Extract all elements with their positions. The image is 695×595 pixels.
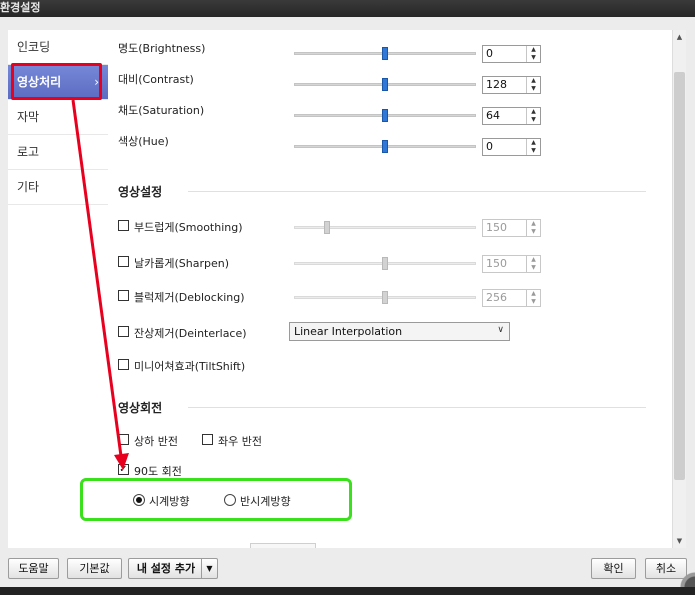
increment-arrow-icon[interactable]: ▲: [527, 256, 540, 264]
sidebar-item-etc[interactable]: 기타: [8, 170, 108, 205]
defaults-button[interactable]: 기본값: [67, 558, 122, 579]
help-button[interactable]: 도움말: [8, 558, 59, 579]
sidebar-item-label: 로고: [17, 145, 40, 159]
sharpen-checkbox[interactable]: [118, 256, 129, 267]
decrement-arrow-icon[interactable]: ▼: [527, 228, 540, 236]
partially-hidden-control: [250, 543, 316, 548]
scroll-up-arrow-icon[interactable]: ▲: [673, 30, 686, 44]
green-highlight-box: [80, 478, 352, 521]
window-bottom-edge: [0, 587, 695, 595]
decrement-arrow-icon[interactable]: ▼: [527, 54, 540, 62]
increment-arrow-icon[interactable]: ▲: [527, 139, 540, 147]
dropdown-arrow-icon[interactable]: ▼: [201, 559, 217, 578]
window-title: 환경설정: [0, 1, 41, 14]
sidebar-item-encoding[interactable]: 인코딩: [8, 30, 108, 65]
video-rotation-heading: 영상회전: [118, 401, 163, 415]
checkmark-icon: ✓: [119, 464, 128, 475]
contrast-slider-handle[interactable]: [382, 78, 388, 91]
hue-slider-handle[interactable]: [382, 140, 388, 153]
resize-grip-icon[interactable]: [671, 559, 695, 587]
panel-scrollbar[interactable]: ▲ ▼: [672, 30, 686, 548]
sidebar-item-label: 인코딩: [17, 40, 51, 54]
add-my-settings-button[interactable]: 내 설정 추가 ▼: [128, 558, 218, 579]
rotate-90-label: 90도 회전: [134, 465, 182, 478]
deinterlace-method-value: Linear Interpolation: [294, 325, 403, 338]
brightness-label: 명도(Brightness): [118, 42, 206, 55]
decrement-arrow-icon[interactable]: ▼: [527, 298, 540, 306]
deinterlace-method-select[interactable]: Linear Interpolation ∨: [289, 322, 510, 341]
rotate-90-checkbox[interactable]: ✓: [118, 464, 129, 475]
deblocking-checkbox[interactable]: [118, 290, 129, 301]
deblocking-value: 256: [486, 291, 507, 304]
deblocking-label: 블럭제거(Deblocking): [134, 291, 245, 304]
saturation-label: 채도(Saturation): [118, 104, 205, 117]
saturation-stepper[interactable]: 64 ▲ ▼: [482, 107, 541, 125]
deblocking-slider-handle[interactable]: [382, 291, 388, 304]
smoothing-slider-handle[interactable]: [324, 221, 330, 234]
increment-arrow-icon[interactable]: ▲: [527, 220, 540, 228]
hue-stepper[interactable]: 0 ▲ ▼: [482, 138, 541, 156]
increment-arrow-icon[interactable]: ▲: [527, 290, 540, 298]
smoothing-checkbox[interactable]: [118, 220, 129, 231]
increment-arrow-icon[interactable]: ▲: [527, 77, 540, 85]
deblocking-stepper[interactable]: 256 ▲ ▼: [482, 289, 541, 307]
hue-value: 0: [486, 140, 493, 153]
deinterlace-checkbox[interactable]: [118, 326, 129, 337]
chevron-down-icon: ∨: [497, 325, 504, 335]
brightness-slider-handle[interactable]: [382, 47, 388, 60]
flip-vertical-label: 상하 반전: [134, 435, 178, 448]
section-divider: [188, 407, 646, 408]
sharpen-slider-handle[interactable]: [382, 257, 388, 270]
hue-label: 색상(Hue): [118, 135, 169, 148]
contrast-label: 대비(Contrast): [118, 73, 194, 86]
smoothing-value: 150: [486, 221, 507, 234]
ok-button[interactable]: 확인: [591, 558, 636, 579]
decrement-arrow-icon[interactable]: ▼: [527, 116, 540, 124]
deinterlace-label: 잔상제거(Deinterlace): [134, 327, 247, 340]
sharpen-label: 날카롭게(Sharpen): [134, 257, 230, 270]
decrement-arrow-icon[interactable]: ▼: [527, 147, 540, 155]
increment-arrow-icon[interactable]: ▲: [527, 108, 540, 116]
video-processing-panel: 명도(Brightness) 0 ▲ ▼ 대비(Contrast) 128 ▲ ▼ …: [108, 30, 672, 548]
scrollbar-thumb[interactable]: [674, 72, 685, 480]
saturation-value: 64: [486, 109, 500, 122]
brightness-stepper[interactable]: 0 ▲ ▼: [482, 45, 541, 63]
smoothing-label: 부드럽게(Smoothing): [134, 221, 243, 234]
sidebar-item-logo[interactable]: 로고: [8, 135, 108, 170]
scroll-down-arrow-icon[interactable]: ▼: [673, 534, 686, 548]
section-divider: [188, 191, 646, 192]
contrast-value: 128: [486, 78, 507, 91]
sharpen-stepper[interactable]: 150 ▲ ▼: [482, 255, 541, 273]
smoothing-slider-track[interactable]: [294, 226, 476, 229]
flip-vertical-checkbox[interactable]: [118, 434, 129, 445]
sharpen-value: 150: [486, 257, 507, 270]
sidebar-item-label: 기타: [17, 180, 40, 194]
sidebar-item-label: 자막: [17, 110, 40, 124]
sidebar-item-subtitles[interactable]: 자막: [8, 100, 108, 135]
tiltshift-label: 미니어쳐효과(TiltShift): [134, 360, 246, 373]
window-titlebar: 환경설정: [0, 0, 695, 17]
flip-horizontal-label: 좌우 반전: [218, 435, 262, 448]
flip-horizontal-checkbox[interactable]: [202, 434, 213, 445]
smoothing-stepper[interactable]: 150 ▲ ▼: [482, 219, 541, 237]
decrement-arrow-icon[interactable]: ▼: [527, 264, 540, 272]
saturation-slider-handle[interactable]: [382, 109, 388, 122]
category-sidebar: 인코딩 영상처리 › 자막 로고 기타: [8, 30, 109, 548]
red-highlight-box: [11, 63, 102, 100]
tiltshift-checkbox[interactable]: [118, 359, 129, 370]
video-settings-heading: 영상설정: [118, 185, 163, 199]
contrast-stepper[interactable]: 128 ▲ ▼: [482, 76, 541, 94]
increment-arrow-icon[interactable]: ▲: [527, 46, 540, 54]
add-my-settings-label: 내 설정 추가: [136, 562, 196, 575]
decrement-arrow-icon[interactable]: ▼: [527, 85, 540, 93]
brightness-value: 0: [486, 47, 493, 60]
